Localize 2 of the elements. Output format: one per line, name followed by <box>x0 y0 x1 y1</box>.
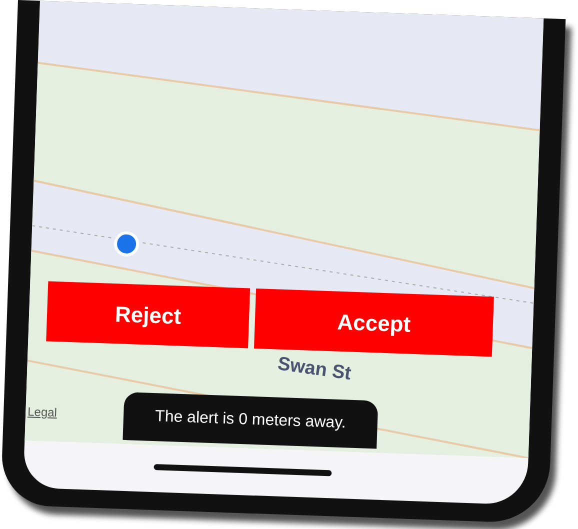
reject-button[interactable]: Reject <box>46 281 250 348</box>
legal-link[interactable]: Legal <box>27 402 58 422</box>
